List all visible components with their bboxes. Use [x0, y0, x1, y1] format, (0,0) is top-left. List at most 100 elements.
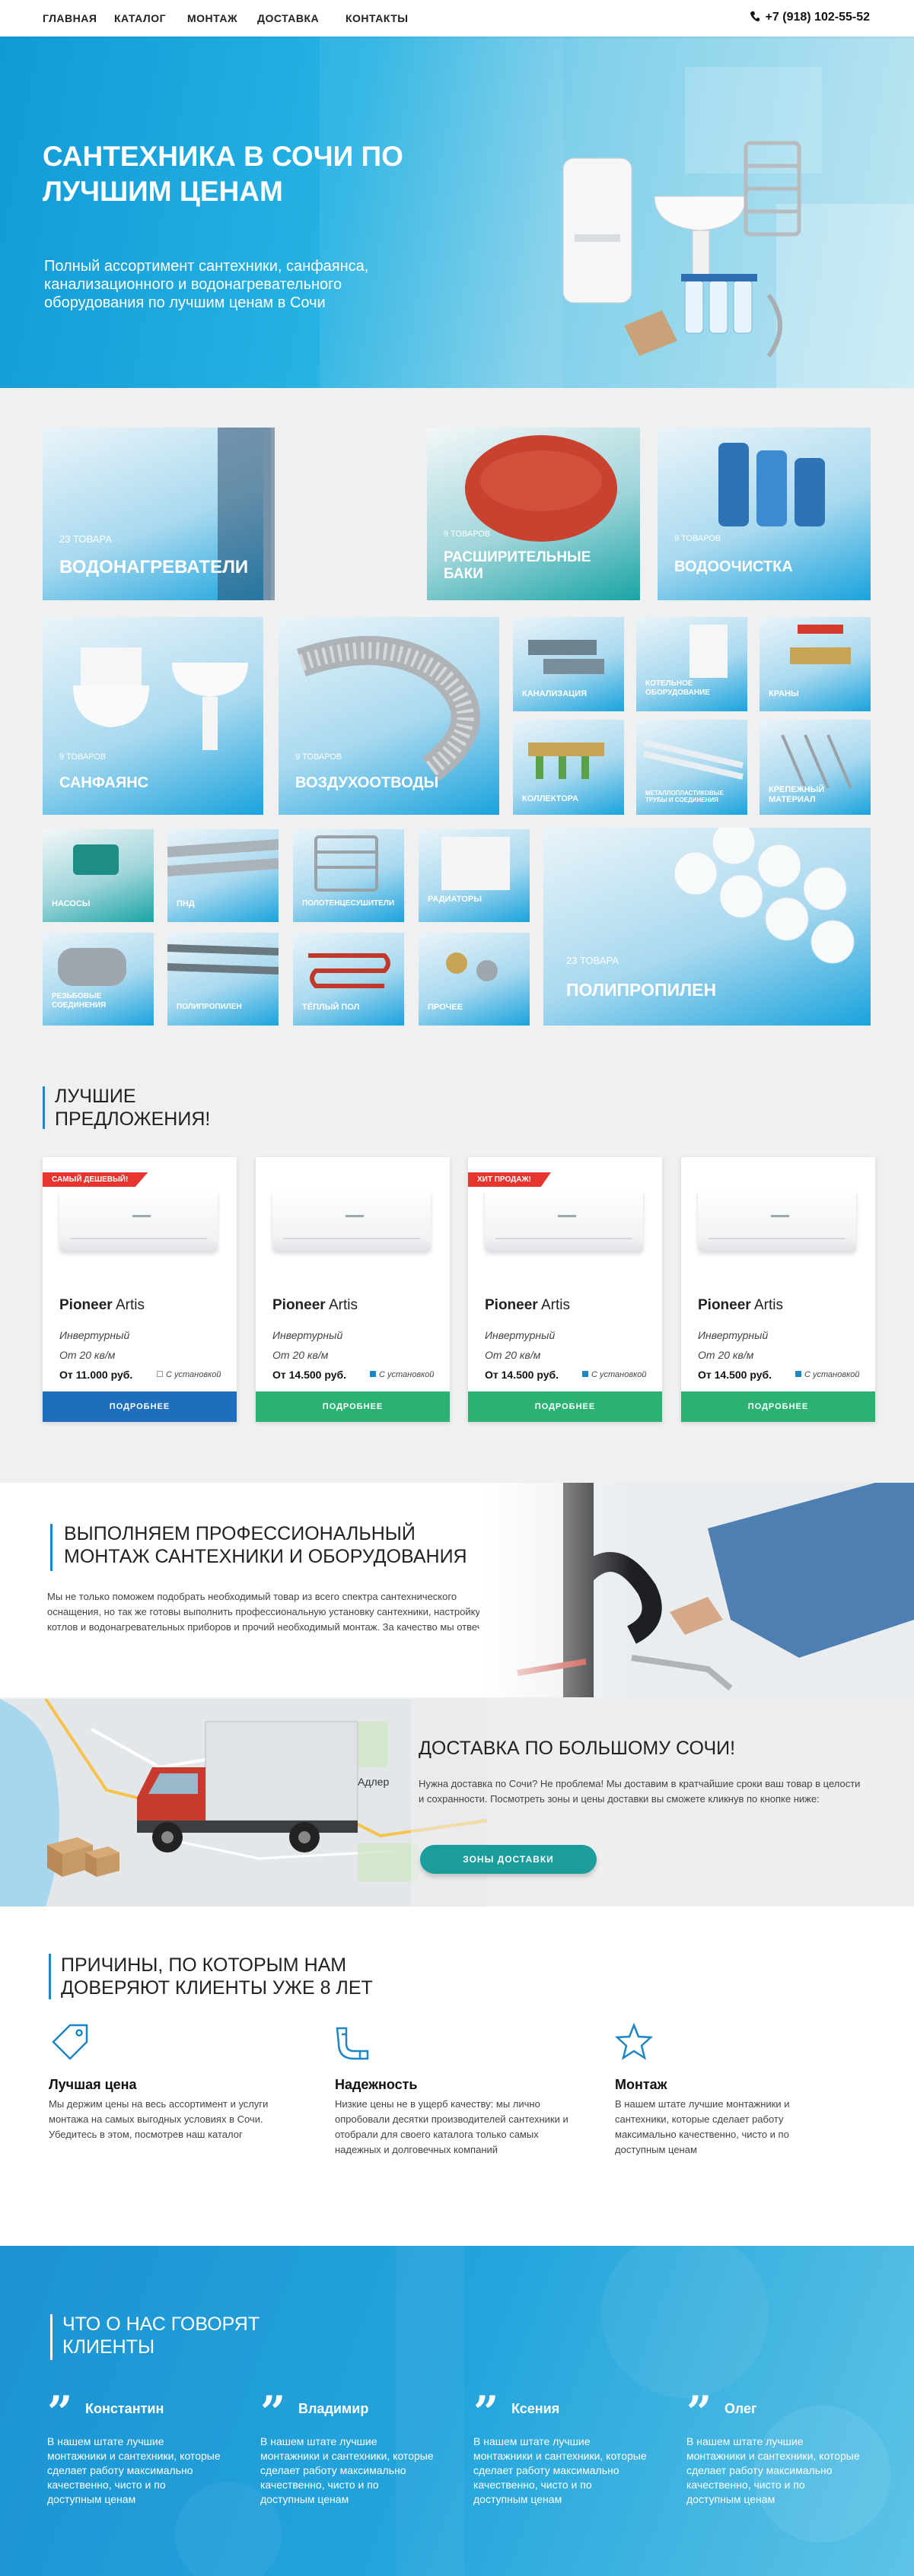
reviewer-name: Ксения	[511, 2401, 560, 2416]
offers-title: ЛУЧШИЕ ПРЕДЛОЖЕНИЯ!	[55, 1086, 211, 1130]
offer-type: Инвертурный	[698, 1329, 769, 1341]
category-expansion-tanks[interactable]: 9 ТОВАРОВ РАСШИРИТЕЛЬНЫЕ БАКИ	[427, 428, 640, 600]
category-count: 9 ТОВАРОВ	[59, 752, 107, 762]
quote-icon: ”	[473, 2387, 499, 2438]
category-radiators[interactable]: РАДИАТОРЫ	[419, 829, 530, 922]
offer-area: От 20 кв/м	[59, 1349, 116, 1361]
offer-brand: Pioneer Artis	[698, 1297, 783, 1313]
checkbox-icon	[370, 1371, 376, 1377]
offer-brand: Pioneer Artis	[485, 1297, 570, 1313]
details-button[interactable]: ПОДРОБНЕЕ	[43, 1391, 237, 1422]
installation-checkbox[interactable]: С установкой	[582, 1370, 647, 1379]
category-water-heaters[interactable]: 23 ТОВАРА ВОДОНАГРЕВАТЕЛИ	[43, 428, 275, 600]
category-manifolds[interactable]: КОЛЛЕКТОРА	[513, 720, 624, 815]
category-name: ПОЛОТЕНЦЕСУШИТЕЛИ	[302, 899, 395, 908]
category-count: 9 ТОВАРОВ	[674, 534, 721, 543]
category-water-purification[interactable]: 9 ТОВАРОВ ВОДООЧИСТКА	[658, 428, 871, 600]
offer-type: Инвертурный	[272, 1329, 343, 1341]
offer-price: От 14.500 руб.	[485, 1369, 559, 1381]
category-sewerage[interactable]: КАНАЛИЗАЦИЯ	[513, 617, 624, 711]
details-button[interactable]: ПОДРОБНЕЕ	[256, 1391, 450, 1422]
price-tag-icon	[52, 2024, 88, 2060]
category-name: НАСОСЫ	[52, 899, 91, 908]
delivery-zones-button[interactable]: ЗОНЫ ДОСТАВКИ	[420, 1845, 597, 1874]
category-towel-dryers[interactable]: ПОЛОТЕНЦЕСУШИТЕЛИ	[293, 829, 404, 922]
reviews-section: ЧТО О НАС ГОВОРЯТ КЛИЕНТЫ ” Константин В н…	[0, 2246, 914, 2576]
installation-label: С установкой	[166, 1370, 221, 1379]
section-accent-bar	[43, 1086, 45, 1129]
nav-installation[interactable]: МОНТАЖ	[187, 12, 237, 24]
details-button[interactable]: ПОДРОБНЕЕ	[681, 1391, 875, 1422]
delivery-title: ДОСТАВКА ПО БОЛЬШОМУ СОЧИ!	[419, 1738, 736, 1759]
category-name: КОЛЛЕКТОРА	[522, 794, 579, 803]
category-boiler-equipment[interactable]: КОТЕЛЬНОЕ ОБОРУДОВАНИЕ	[636, 617, 747, 711]
delivery-text: Нужна доставка по Сочи? Не проблема! Мы …	[419, 1778, 861, 1805]
category-name: МЕТАЛЛОПЛАСТИКОВЫЕ ТРУБЫ И СОЕДИНЕНИЯ	[645, 790, 724, 804]
offer-card: ХИТ ПРОДАЖ! Pioneer Artis Инвертурный От 20…	[468, 1157, 662, 1422]
air-conditioner-image	[59, 1189, 218, 1251]
category-polypropylene-featured[interactable]: 23 ТОВАРА ПОЛИПРОПИЛЕН	[543, 828, 871, 1026]
towel-dryer-image	[314, 835, 378, 892]
nav-delivery[interactable]: ДОСТАВКА	[257, 12, 319, 24]
hero-title: САНТЕХНИКА В СОЧИ ПО ЛУЧШИМ ЦЕНАМ	[43, 141, 403, 207]
star-icon	[614, 2022, 654, 2060]
installation-title: ВЫПОЛНЯЕМ ПРОФЕССИОНАЛЬНЫЙ МОНТАЖ САНТЕХ…	[64, 1523, 467, 1567]
installation-checkbox[interactable]: С установкой	[157, 1370, 221, 1379]
phone-icon	[750, 11, 760, 21]
installation-label: С установкой	[804, 1370, 860, 1379]
offer-type: Инвертурный	[485, 1329, 556, 1341]
reason-text: В нашем штате лучшие монтажники и сантех…	[615, 2098, 790, 2155]
category-pumps[interactable]: НАСОСЫ	[43, 829, 154, 922]
section-accent-bar	[50, 2314, 53, 2360]
category-other[interactable]: ПРОЧЕЕ	[419, 933, 530, 1026]
review-text: В нашем штате лучшие монтажники и сантех…	[686, 2435, 860, 2505]
nav-catalog[interactable]: КАТАЛОГ	[114, 12, 166, 24]
installation-checkbox[interactable]: С установкой	[795, 1370, 860, 1379]
category-air-ducts[interactable]: 9 ТОВАРОВ ВОЗДУХООТВОДЫ	[279, 617, 499, 815]
reason-text: Низкие цены не в ущерб качеству: мы личн…	[335, 2098, 568, 2155]
reviewer-name: Константин	[85, 2401, 164, 2416]
installation-checkbox[interactable]: С установкой	[370, 1370, 435, 1379]
nav-contacts[interactable]: КОНТАКТЫ	[346, 12, 408, 24]
reviews-title: ЧТО О НАС ГОВОРЯТ КЛИЕНТЫ	[62, 2314, 260, 2358]
category-name: РАСШИРИТЕЛЬНЫЕ БАКИ	[444, 549, 591, 582]
reason-text: Мы держим цены на весь ассортимент и усл…	[49, 2098, 269, 2140]
category-fasteners[interactable]: КРЕПЕЖНЫЙ МАТЕРИАЛ	[760, 720, 871, 815]
category-name: ВОЗДУХООТВОДЫ	[295, 774, 439, 791]
nav-home[interactable]: ГЛАВНАЯ	[43, 12, 97, 24]
reasons-section: ПРИЧИНЫ, ПО КОТОРЫМ НАМ ДОВЕРЯЮТ КЛИЕНТЫ…	[0, 1907, 914, 2246]
air-conditioner-image	[485, 1189, 643, 1251]
air-conditioner-image	[698, 1189, 856, 1251]
category-count: 9 ТОВАРОВ	[295, 752, 342, 762]
installation-section: ВЫПОЛНЯЕМ ПРОФЕССИОНАЛЬНЫЙ МОНТАЖ САНТЕХ…	[0, 1483, 914, 1697]
pipe-icon	[336, 2027, 369, 2060]
category-sanitary-ware[interactable]: 9 ТОВАРОВ САНФАЯНС	[43, 617, 263, 815]
quote-icon: ”	[260, 2387, 286, 2438]
reviewer-name: Владимир	[298, 2401, 369, 2416]
review-text: В нашем штате лучшие монтажники и сантех…	[473, 2435, 647, 2505]
plumber-photo	[479, 1483, 914, 1697]
details-button[interactable]: ПОДРОБНЕЕ	[468, 1391, 662, 1422]
category-pnd[interactable]: ПНД	[167, 829, 279, 922]
category-polypropylene[interactable]: ПОЛИПРОПИЛЕН	[167, 933, 279, 1026]
category-name: ТЁПЛЫЙ ПОЛ	[302, 1003, 360, 1012]
category-underfloor-heating[interactable]: ТЁПЛЫЙ ПОЛ	[293, 933, 404, 1026]
offer-area: От 20 кв/м	[485, 1349, 541, 1361]
category-threaded-fittings[interactable]: РЕЗЬБОВЫЕ СОЕДИНЕНИЯ	[43, 933, 154, 1026]
section-accent-bar	[50, 1524, 53, 1571]
checkbox-icon	[582, 1371, 588, 1377]
category-name: ПОЛИПРОПИЛЕН	[566, 980, 717, 1000]
reason-title: Надежность	[335, 2077, 418, 2092]
category-valves[interactable]: КРАНЫ	[760, 617, 871, 711]
offer-card: Pioneer Artis Инвертурный От 20 кв/м От 14.…	[681, 1157, 875, 1422]
category-name: КРАНЫ	[769, 689, 799, 698]
category-metal-plastic-pipes[interactable]: МЕТАЛЛОПЛАСТИКОВЫЕ ТРУБЫ И СОЕДИНЕНИЯ	[636, 720, 747, 815]
category-name: РЕЗЬБОВЫЕ СОЕДИНЕНИЯ	[52, 992, 107, 1010]
delivery-truck-image	[137, 1721, 358, 1852]
offer-ribbon: САМЫЙ ДЕШЕВЫЙ!	[43, 1172, 148, 1187]
category-name: КОТЕЛЬНОЕ ОБОРУДОВАНИЕ	[645, 679, 710, 697]
threaded-fitting-image	[58, 948, 126, 986]
category-name: КАНАЛИЗАЦИЯ	[522, 689, 587, 698]
category-count: 9 ТОВАРОВ	[444, 530, 491, 539]
phone-link[interactable]: +7 (918) 102-55-52	[750, 11, 870, 24]
